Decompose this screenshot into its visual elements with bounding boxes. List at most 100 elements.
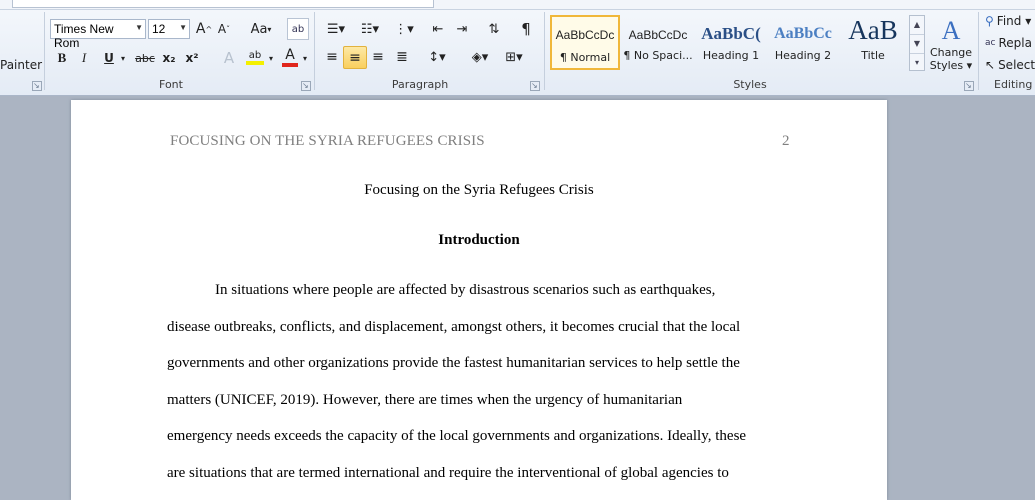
scroll-down-icon[interactable]: ▼ <box>910 35 924 54</box>
running-head: FOCUSING ON THE SYRIA REFUGEES CRISIS <box>170 133 485 149</box>
replace-label: Repla <box>998 36 1032 50</box>
style-sample: AaBbCcDc <box>628 28 688 42</box>
change-styles-label: Styles ▾ <box>929 59 973 72</box>
separator <box>44 12 45 90</box>
style-normal[interactable]: AaBbCcDc ¶ Normal <box>550 15 620 70</box>
italic-button[interactable]: I <box>75 48 93 68</box>
editing-group-label: Editing <box>994 78 1033 91</box>
body-line: emergency needs exceeds the capacity of … <box>167 428 747 444</box>
title-strip <box>12 0 434 8</box>
underline-button[interactable]: U <box>100 48 118 68</box>
style-heading-1[interactable]: AaBbC( Heading 1 <box>696 15 766 70</box>
decrease-indent-icon[interactable]: ⇤ <box>428 19 448 39</box>
shrink-font-icon: A <box>217 22 227 36</box>
change-styles-button[interactable]: A Change Styles ▾ <box>928 13 974 75</box>
grow-font-button[interactable]: A ^ <box>195 19 213 39</box>
clear-formatting-icon[interactable]: ab <box>287 18 309 40</box>
font-color-button[interactable]: A <box>280 46 300 68</box>
styles-group-label: Styles <box>733 78 767 91</box>
body-line: disease outbreaks, conflicts, and displa… <box>167 319 741 335</box>
clipboard-launcher-icon[interactable]: ↘ <box>32 81 42 91</box>
body-line: matters (UNICEF, 2019). However, there a… <box>167 392 683 408</box>
bold-button[interactable]: B <box>53 48 71 68</box>
styles-launcher-icon[interactable]: ↘ <box>964 81 974 91</box>
highlight-button[interactable]: ab <box>244 46 266 68</box>
chevron-down-icon[interactable]: ▾ <box>300 48 310 68</box>
style-no-spacing[interactable]: AaBbCcDc ¶ No Spaci... <box>623 15 693 70</box>
style-sample: AaBbC( <box>701 24 761 43</box>
style-name: ¶ Normal <box>559 51 611 64</box>
bullets-icon[interactable]: ☰▾ <box>322 19 350 39</box>
replace-button[interactable]: ac Repla <box>985 34 1035 52</box>
font-size-combo[interactable]: 12 ▼ <box>148 19 190 39</box>
subscript-button[interactable]: x₂ <box>160 48 178 68</box>
text-effects-icon[interactable]: A <box>218 48 240 68</box>
select-button[interactable]: ↖ Select <box>985 56 1035 74</box>
paragraph-launcher-icon[interactable]: ↘ <box>530 81 540 91</box>
style-sample: AaB <box>848 15 898 45</box>
change-case-button[interactable]: Aa ▾ <box>247 19 275 39</box>
font-group-label: Font <box>159 78 183 91</box>
borders-icon[interactable]: ⊞▾ <box>500 47 528 67</box>
font-name-value: Times New Rom <box>54 22 114 50</box>
document-page[interactable]: FOCUSING ON THE SYRIA REFUGEES CRISIS 2 … <box>71 100 887 500</box>
change-styles-icon: A <box>941 16 961 45</box>
style-sample: AaBbCcDc <box>555 28 615 42</box>
change-case-icon: Aa <box>250 21 268 37</box>
format-painter-button[interactable]: Painter <box>0 56 42 74</box>
align-left-icon[interactable]: ≡ <box>322 47 342 67</box>
line-spacing-icon[interactable]: ↕▾ <box>423 47 451 67</box>
grow-font-icon: A <box>195 21 206 37</box>
replace-icon: ac <box>985 38 996 48</box>
numbering-icon[interactable]: ☷▾ <box>356 19 384 39</box>
select-label: Select <box>998 58 1035 72</box>
font-color-icon: A <box>285 47 295 63</box>
shrink-font-button[interactable]: Aˇ <box>215 19 233 39</box>
style-name: ¶ No Spaci... <box>623 49 693 62</box>
document-title: Focusing on the Syria Refugees Crisis <box>364 182 594 198</box>
chevron-down-icon[interactable]: ▼ <box>179 23 187 32</box>
cursor-icon: ↖ <box>985 58 996 72</box>
body-line: In situations where people are affected … <box>215 282 716 298</box>
align-center-icon[interactable]: ≡ <box>343 46 367 69</box>
paragraph-group-label: Paragraph <box>391 78 449 91</box>
chevron-down-icon[interactable]: ▾ <box>266 48 276 68</box>
separator <box>978 12 979 90</box>
align-right-icon[interactable]: ≡ <box>368 47 388 67</box>
page-number: 2 <box>782 133 790 149</box>
style-sample: AaBbCc <box>774 25 832 42</box>
font-color-swatch <box>282 63 298 67</box>
shading-icon[interactable]: ◈▾ <box>466 47 494 67</box>
increase-indent-icon[interactable]: ⇥ <box>452 19 472 39</box>
separator <box>544 12 545 90</box>
find-label: Find ▾ <box>996 14 1032 28</box>
style-heading-2[interactable]: AaBbCc Heading 2 <box>768 15 838 70</box>
style-name: Title <box>861 49 885 62</box>
find-button[interactable]: ⚲ Find ▾ <box>985 12 1035 30</box>
body-line: are situations that are termed internati… <box>167 465 729 481</box>
styles-more-icon[interactable]: ▾ <box>910 54 924 72</box>
change-styles-label: Change <box>929 46 973 59</box>
highlight-color-swatch <box>246 60 264 65</box>
scroll-up-icon[interactable]: ▲ <box>910 16 924 35</box>
ribbon-top-strip <box>0 0 1035 10</box>
font-name-combo[interactable]: Times New Rom ▼ <box>50 19 146 50</box>
style-name: Heading 1 <box>702 49 760 62</box>
styles-scroll[interactable]: ▲ ▼ ▾ <box>909 15 925 71</box>
highlight-icon: ab <box>248 49 262 61</box>
strikethrough-button[interactable]: abc <box>134 48 156 68</box>
chevron-down-icon[interactable]: ▾ <box>118 48 128 68</box>
ribbon: Painter ↘ Times New Rom ▼ 12 ▼ A ^ Aˇ Aa ▾… <box>0 0 1035 96</box>
show-formatting-button[interactable]: ¶ <box>516 19 536 39</box>
justify-icon[interactable]: ≣ <box>392 47 412 67</box>
chevron-down-icon[interactable]: ▼ <box>135 23 143 32</box>
font-size-value: 12 <box>152 22 166 36</box>
sort-icon[interactable]: ⇅ <box>483 19 505 39</box>
section-heading: Introduction <box>438 232 520 248</box>
multilevel-list-icon[interactable]: ⋮▾ <box>390 19 418 39</box>
font-launcher-icon[interactable]: ↘ <box>301 81 311 91</box>
superscript-button[interactable]: x² <box>183 48 201 68</box>
style-name: Heading 2 <box>774 49 832 62</box>
style-title[interactable]: AaB Title <box>838 15 908 70</box>
body-line: governments and other organizations prov… <box>167 355 740 371</box>
